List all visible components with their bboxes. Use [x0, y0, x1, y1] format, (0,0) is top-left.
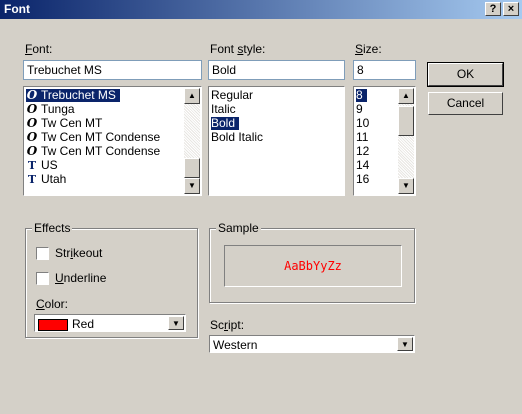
close-button[interactable]: × — [503, 2, 519, 16]
list-item[interactable]: O Tw Cen MT Condense — [26, 145, 164, 158]
list-item-label: Tw Cen MT Condense — [41, 144, 161, 158]
font-label: Font: — [25, 42, 53, 56]
truetype-font-icon: T — [27, 159, 37, 172]
list-item[interactable]: Regular — [211, 89, 257, 102]
color-select[interactable]: Red ▼ — [34, 314, 186, 332]
list-item-label: 11 — [356, 130, 369, 144]
font-style-input[interactable]: Bold — [208, 60, 345, 80]
title-bar[interactable]: Font ? × — [0, 0, 522, 19]
sample-title: Sample — [216, 221, 261, 235]
list-item[interactable]: 9 — [356, 103, 367, 116]
list-item-label: Trebuchet MS — [41, 88, 116, 102]
window-title: Font — [4, 2, 30, 16]
chevron-down-icon[interactable]: ▼ — [168, 316, 184, 330]
list-item-label: 8 — [356, 88, 363, 102]
list-item[interactable]: 12 — [356, 145, 373, 158]
list-item-label: 16 — [356, 172, 370, 186]
list-item-label: Regular — [211, 88, 254, 102]
list-item-label: Tw Cen MT Condense — [41, 130, 161, 144]
script-label: Script: — [210, 318, 245, 332]
scroll-down-button[interactable]: ▼ — [184, 178, 200, 194]
list-item[interactable]: O Tw Cen MT Condense — [26, 131, 164, 144]
help-button[interactable]: ? — [485, 2, 501, 16]
font-style-label: Font style: — [210, 42, 266, 56]
list-item[interactable]: Bold — [211, 116, 240, 130]
opentype-font-icon: O — [26, 88, 38, 102]
font-list[interactable]: O Trebuchet MS O Tunga O Tw Cen MT O Tw Cen MT … — [23, 86, 202, 196]
chevron-down-icon[interactable]: ▼ — [397, 337, 413, 351]
list-item[interactable]: Italic — [211, 103, 240, 116]
font-dialog: Font ? × Font: Trebuchet MS O Trebuchet M… — [0, 0, 522, 414]
opentype-font-icon: O — [26, 130, 38, 144]
list-item[interactable]: O Tunga — [26, 103, 79, 116]
font-name-input[interactable]: Trebuchet MS — [23, 60, 202, 80]
list-item[interactable]: 8 — [356, 89, 367, 102]
underline-label: Underline — [55, 271, 107, 285]
ok-button[interactable]: OK — [427, 62, 504, 87]
color-value: Red — [72, 317, 95, 331]
list-item[interactable]: 16 — [356, 173, 373, 186]
list-item-label: 9 — [356, 102, 363, 116]
list-item-label: Bold — [211, 116, 236, 130]
list-item-label: 12 — [356, 144, 370, 158]
underline-checkbox[interactable] — [36, 272, 49, 285]
list-item-label: Tunga — [41, 102, 75, 116]
cancel-button[interactable]: Cancel — [428, 92, 503, 115]
list-item[interactable]: 11 — [356, 131, 372, 144]
script-select[interactable]: Western ▼ — [209, 335, 415, 353]
list-item-label: Bold Italic — [211, 130, 264, 144]
truetype-font-icon: T — [27, 173, 37, 186]
script-value: Western — [213, 338, 258, 352]
opentype-font-icon: O — [26, 144, 38, 158]
list-item-label: 14 — [356, 158, 370, 172]
list-item[interactable]: T Utah — [26, 172, 70, 187]
size-list-scrollbar[interactable]: ▲ ▼ — [398, 88, 414, 194]
list-item-label: 10 — [356, 116, 370, 130]
size-list[interactable]: 8 9 10 11 12 14 16 ▲ ▼ — [353, 86, 416, 196]
list-item[interactable]: 10 — [356, 117, 373, 130]
list-item[interactable]: Bold Italic — [211, 131, 267, 144]
list-item-label: Tw Cen MT — [41, 116, 103, 130]
scroll-up-button[interactable]: ▲ — [184, 88, 200, 104]
opentype-font-icon: O — [26, 116, 38, 130]
list-item-label: US — [41, 158, 58, 172]
color-label: Color: — [36, 297, 69, 311]
scroll-up-button[interactable]: ▲ — [398, 88, 414, 104]
size-label: Size: — [355, 42, 382, 56]
strikeout-label: Strikeout — [55, 246, 103, 260]
scroll-thumb[interactable] — [398, 106, 414, 136]
size-input[interactable]: 8 — [353, 60, 416, 80]
list-item[interactable]: O Trebuchet MS — [26, 89, 120, 102]
list-item-label: Utah — [41, 172, 67, 186]
list-item[interactable]: 14 — [356, 159, 373, 172]
color-swatch — [38, 318, 68, 331]
strikeout-checkbox[interactable] — [36, 247, 49, 260]
font-list-scrollbar[interactable]: ▲ ▼ — [184, 88, 200, 194]
scroll-down-button[interactable]: ▼ — [398, 178, 414, 194]
scroll-thumb[interactable] — [184, 158, 200, 178]
list-item[interactable]: T US — [26, 158, 62, 173]
list-item[interactable]: O Tw Cen MT — [26, 117, 106, 130]
font-style-list[interactable]: Regular Italic Bold Bold Italic — [208, 86, 345, 196]
sample-preview: AaBbYyZz — [224, 245, 402, 287]
list-item-label: Italic — [211, 102, 236, 116]
effects-title: Effects — [32, 221, 73, 235]
opentype-font-icon: O — [26, 102, 38, 116]
